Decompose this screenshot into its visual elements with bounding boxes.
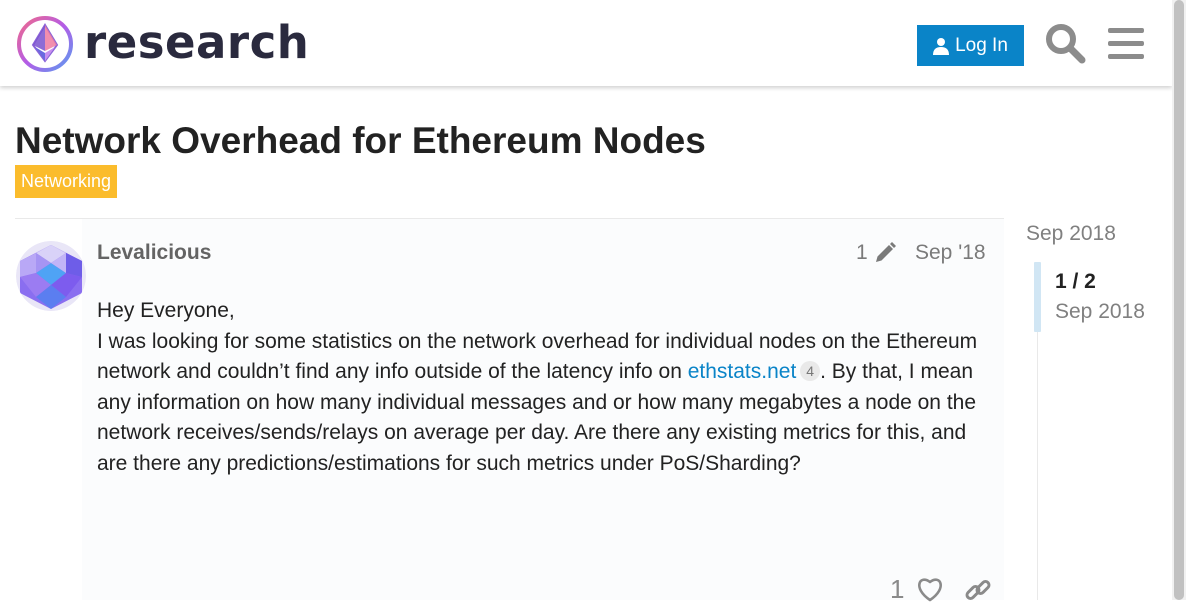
logo-icon[interactable] bbox=[16, 15, 74, 73]
pencil-icon[interactable] bbox=[873, 241, 897, 265]
link-click-count: 4 bbox=[800, 361, 821, 381]
post-date[interactable]: Sep '18 bbox=[915, 239, 986, 267]
timeline-handle[interactable] bbox=[1034, 262, 1041, 332]
heart-icon[interactable] bbox=[916, 576, 944, 602]
login-button[interactable]: Log In bbox=[917, 25, 1024, 66]
timeline-current-date: Sep 2018 bbox=[1055, 300, 1145, 323]
post-content: Hey Everyone, I was looking for some sta… bbox=[97, 296, 997, 479]
topic-title[interactable]: Network Overhead for Ethereum Nodes bbox=[15, 118, 706, 164]
login-label: Log In bbox=[955, 34, 1008, 56]
edit-count[interactable]: 1 bbox=[856, 239, 868, 267]
search-icon[interactable] bbox=[1044, 22, 1086, 64]
category-badge[interactable]: Networking bbox=[15, 165, 118, 198]
post-greeting: Hey Everyone, bbox=[97, 299, 235, 322]
ethstats-link[interactable]: ethstats.net bbox=[688, 360, 797, 383]
timeline-start-date[interactable]: Sep 2018 bbox=[1026, 220, 1116, 248]
timeline-position: 1 / 2 bbox=[1055, 270, 1096, 293]
post-author[interactable]: Levalicious bbox=[97, 239, 211, 267]
avatar[interactable] bbox=[16, 241, 86, 311]
menu-icon[interactable] bbox=[1106, 24, 1146, 62]
scrollbar-thumb[interactable] bbox=[1174, 0, 1184, 600]
post-paragraph: I was looking for some statistics on the… bbox=[97, 327, 997, 480]
user-icon bbox=[933, 37, 950, 55]
site-name[interactable]: research bbox=[84, 14, 309, 72]
site-header: research Log In bbox=[0, 0, 1172, 86]
